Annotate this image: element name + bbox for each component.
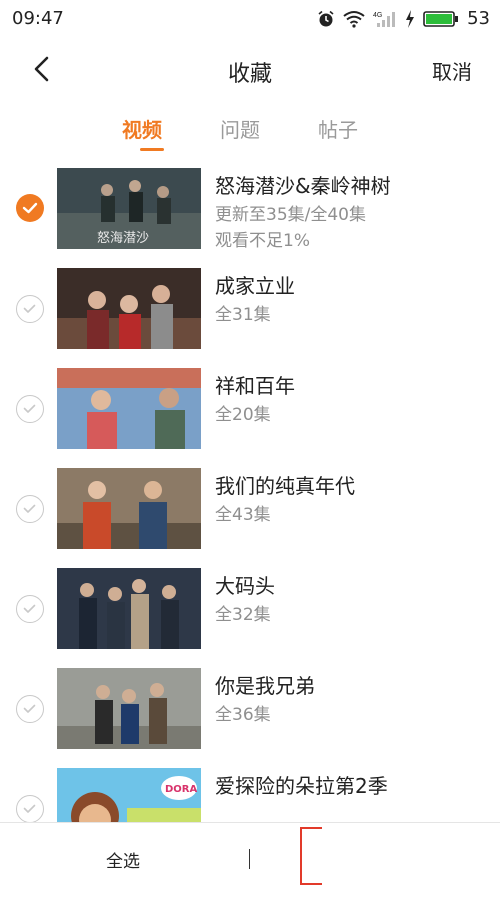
thumbnail[interactable] xyxy=(57,668,201,749)
item-subtitle: 全20集 xyxy=(215,405,271,425)
thumbnail[interactable] xyxy=(57,368,201,449)
page-title: 收藏 xyxy=(227,62,272,87)
tab-bar: 视频 问题 帖子 xyxy=(0,114,500,158)
thumbnail-caption: 怒海潜沙 xyxy=(97,231,149,246)
item-subtitle: 全43集 xyxy=(215,505,271,525)
select-all-button[interactable]: 全选 xyxy=(106,847,140,872)
battery-icon xyxy=(423,10,459,27)
item-title: 爱探险的朵拉第2季 xyxy=(215,774,388,798)
item-subtitle: 全31集 xyxy=(215,305,271,325)
item-title: 祥和百年 xyxy=(215,374,295,398)
alarm-icon xyxy=(318,10,334,26)
checkmark-outline-icon xyxy=(23,404,36,413)
signal-icon: 4G xyxy=(373,11,396,27)
thumbnail[interactable] xyxy=(57,468,201,549)
checkbox-unchecked[interactable] xyxy=(16,295,44,323)
checkmark-outline-icon xyxy=(23,804,36,813)
tab-videos[interactable]: 视频 xyxy=(122,114,162,143)
item-subtitle: 更新至35集/全40集 xyxy=(215,205,366,225)
item-title: 怒海潜沙&秦岭神树 xyxy=(215,174,391,198)
checkmark-outline-icon xyxy=(23,704,36,713)
list-item[interactable]: 祥和百年 全20集 xyxy=(0,368,500,468)
nav-bar: 收藏 取消 xyxy=(0,44,500,96)
list-item[interactable]: 成家立业 全31集 xyxy=(0,268,500,368)
checkmark-outline-icon xyxy=(23,304,36,313)
checkbox-unchecked[interactable] xyxy=(16,395,44,423)
checkmark-outline-icon xyxy=(23,604,36,613)
tab-posts[interactable]: 帖子 xyxy=(318,114,358,143)
bottom-action-bar: 全选 xyxy=(0,822,500,897)
checkmark-icon xyxy=(22,202,38,214)
item-title: 你是我兄弟 xyxy=(215,674,315,698)
item-subtitle: 全36集 xyxy=(215,705,271,725)
checkbox-unchecked[interactable] xyxy=(16,495,44,523)
svg-text:4G: 4G xyxy=(373,12,382,19)
checkbox-unchecked[interactable] xyxy=(16,795,44,823)
item-title: 我们的纯真年代 xyxy=(215,474,355,498)
list-item[interactable]: 我们的纯真年代 全43集 xyxy=(0,468,500,568)
item-progress: 观看不足1% xyxy=(215,231,310,251)
thumbnail[interactable]: 怒海潜沙 xyxy=(57,168,201,249)
item-title: 大码头 xyxy=(215,574,275,598)
delete-button-highlight[interactable] xyxy=(300,827,322,885)
tab-questions[interactable]: 问题 xyxy=(220,114,260,143)
list-item[interactable]: 怒海潜沙 怒海潜沙&秦岭神树 更新至35集/全40集 观看不足1% xyxy=(0,168,500,268)
item-subtitle: 全32集 xyxy=(215,605,271,625)
thumbnail[interactable] xyxy=(57,268,201,349)
status-icons: 4G 53 xyxy=(317,8,490,29)
status-bar: 09:47 4G 53 xyxy=(0,0,500,36)
cancel-button[interactable]: 取消 xyxy=(432,56,472,85)
item-title: 成家立业 xyxy=(215,274,295,298)
status-time: 09:47 xyxy=(12,8,64,29)
tab-active-indicator xyxy=(140,148,164,151)
thumbnail-caption: DORA xyxy=(165,784,198,795)
list-item[interactable]: 大码头 全32集 xyxy=(0,568,500,668)
thumbnail[interactable] xyxy=(57,568,201,649)
charging-icon xyxy=(406,9,415,28)
checkbox-unchecked[interactable] xyxy=(16,595,44,623)
checkmark-outline-icon xyxy=(23,504,36,513)
wifi-icon xyxy=(343,10,365,28)
battery-level: 53 xyxy=(467,8,490,29)
divider xyxy=(249,849,250,869)
checkbox-unchecked[interactable] xyxy=(16,695,44,723)
checkbox-checked[interactable] xyxy=(16,194,44,222)
list-item[interactable]: 你是我兄弟 全36集 xyxy=(0,668,500,768)
